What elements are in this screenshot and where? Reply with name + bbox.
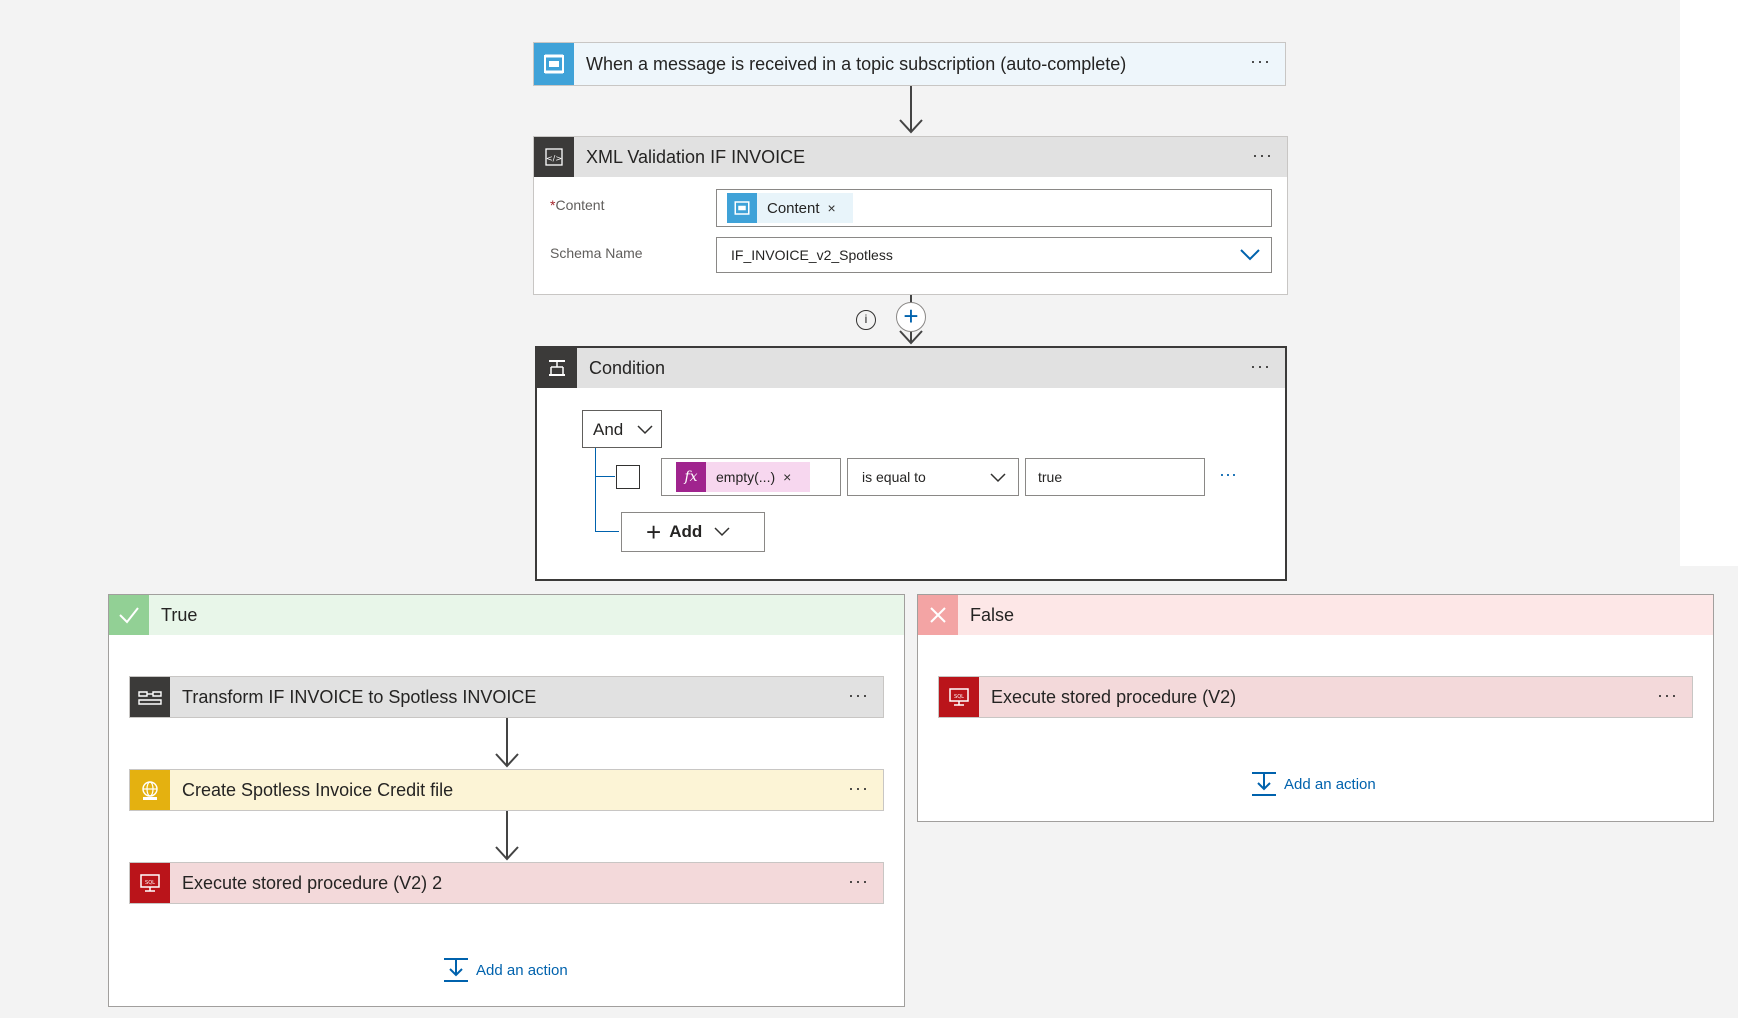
create-file-action-card[interactable]: Create Spotless Invoice Credit file ··· — [129, 769, 884, 811]
trigger-title: When a message is received in a topic su… — [586, 53, 1127, 74]
xml-validation-menu-button[interactable]: ··· — [1252, 145, 1273, 166]
stored-procedure-action-title: Execute stored procedure (V2) — [991, 686, 1237, 707]
close-icon — [918, 595, 958, 635]
false-add-action-label: Add an action — [1284, 775, 1376, 793]
add-row-label: Add — [669, 522, 703, 541]
stored-procedure-2-action-title: Execute stored procedure (V2) 2 — [182, 872, 443, 893]
condition-menu-button[interactable]: ··· — [1250, 356, 1271, 377]
schema-name-label: Schema Name — [550, 245, 643, 261]
xml-validation-title: XML Validation IF INVOICE — [586, 146, 806, 167]
sql-server-icon: SQL — [939, 677, 979, 717]
arrow-head-icon — [495, 846, 519, 861]
tree-line — [595, 448, 596, 531]
arrow-head-icon — [495, 753, 519, 768]
content-token[interactable]: Content × — [727, 193, 853, 223]
expression-token-remove-button[interactable]: × — [783, 469, 791, 485]
schema-name-value: IF_INVOICE_v2_Spotless — [731, 247, 893, 263]
xml-validation-icon: </> — [534, 137, 574, 177]
trigger-menu-button[interactable]: ··· — [1250, 51, 1271, 72]
checkmark-icon — [109, 595, 149, 635]
add-action-icon — [1252, 772, 1276, 796]
condition-title: Condition — [589, 357, 666, 378]
true-add-action-label: Add an action — [476, 961, 568, 979]
insert-step-button[interactable]: + — [896, 302, 926, 332]
false-add-action-button[interactable]: Add an action — [1250, 771, 1376, 797]
tree-line — [595, 531, 619, 532]
transform-icon — [130, 677, 170, 717]
add-action-icon — [444, 958, 468, 982]
condition-left-operand-field[interactable]: fx empty(...) × — [661, 458, 841, 496]
svg-text:SQL: SQL — [954, 694, 964, 700]
stored-procedure-action-card[interactable]: SQL Execute stored procedure (V2) ··· — [938, 676, 1693, 718]
chevron-down-icon — [990, 473, 1006, 483]
condition-card[interactable]: Condition ··· And fx empty(...) × is equ… — [535, 346, 1287, 581]
stored-procedure-action-menu-button[interactable]: ··· — [1657, 685, 1678, 706]
stored-procedure-2-action-card[interactable]: SQL Execute stored procedure (V2) 2 ··· — [129, 862, 884, 904]
transform-action-menu-button[interactable]: ··· — [848, 685, 869, 706]
comparison-operator-value: is equal to — [862, 469, 926, 485]
stored-procedure-2-action-menu-button[interactable]: ··· — [848, 871, 869, 892]
create-file-action-menu-button[interactable]: ··· — [848, 778, 869, 799]
chevron-down-icon — [714, 527, 730, 537]
info-icon[interactable]: i — [856, 310, 876, 330]
expression-token-label: empty(...) — [716, 469, 776, 485]
true-branch-title: True — [161, 604, 198, 625]
side-panel-background — [1680, 0, 1738, 566]
chevron-down-icon — [1240, 249, 1260, 261]
content-label: *Content — [550, 197, 605, 213]
content-token-label: Content — [767, 199, 820, 217]
xml-validation-card[interactable]: </> XML Validation IF INVOICE ··· *Conte… — [533, 136, 1288, 295]
arrow-head-icon — [899, 119, 923, 134]
group-operator-dropdown[interactable]: And — [582, 410, 662, 448]
svg-text:SQL: SQL — [145, 880, 155, 886]
group-operator-value: And — [593, 420, 624, 439]
tree-line — [595, 476, 615, 477]
add-row-button[interactable]: + Add — [621, 512, 765, 552]
true-add-action-button[interactable]: Add an action — [442, 957, 568, 983]
true-branch: True Transform IF INVOICE to Spotless IN… — [108, 594, 905, 1007]
row-menu-button[interactable]: ··· — [1219, 464, 1237, 485]
transform-action-card[interactable]: Transform IF INVOICE to Spotless INVOICE… — [129, 676, 884, 718]
sql-server-icon: SQL — [130, 863, 170, 903]
service-bus-icon — [534, 43, 574, 85]
trigger-card[interactable]: When a message is received in a topic su… — [533, 42, 1286, 86]
create-file-action-title: Create Spotless Invoice Credit file — [182, 779, 454, 800]
comparison-operator-dropdown[interactable]: is equal to — [847, 458, 1019, 496]
svg-text:</>: </> — [546, 154, 562, 163]
content-token-remove-button[interactable]: × — [828, 200, 836, 216]
service-bus-icon — [727, 193, 757, 223]
plus-icon: + — [646, 517, 662, 547]
transform-action-title: Transform IF INVOICE to Spotless INVOICE — [182, 686, 537, 707]
condition-right-operand-value: true — [1038, 469, 1063, 485]
false-branch-title: False — [970, 604, 1015, 625]
function-icon: fx — [676, 462, 706, 492]
file-globe-icon — [130, 770, 170, 810]
expression-token[interactable]: fx empty(...) × — [676, 462, 810, 492]
row-select-checkbox[interactable] — [616, 465, 640, 489]
chevron-down-icon — [637, 425, 653, 435]
condition-icon — [537, 348, 577, 388]
schema-name-dropdown[interactable]: IF_INVOICE_v2_Spotless — [716, 237, 1272, 273]
content-field[interactable]: Content × — [716, 189, 1272, 227]
condition-right-operand-input[interactable]: true — [1025, 458, 1205, 496]
false-branch: False SQL Execute stored procedure (V2) … — [917, 594, 1714, 822]
